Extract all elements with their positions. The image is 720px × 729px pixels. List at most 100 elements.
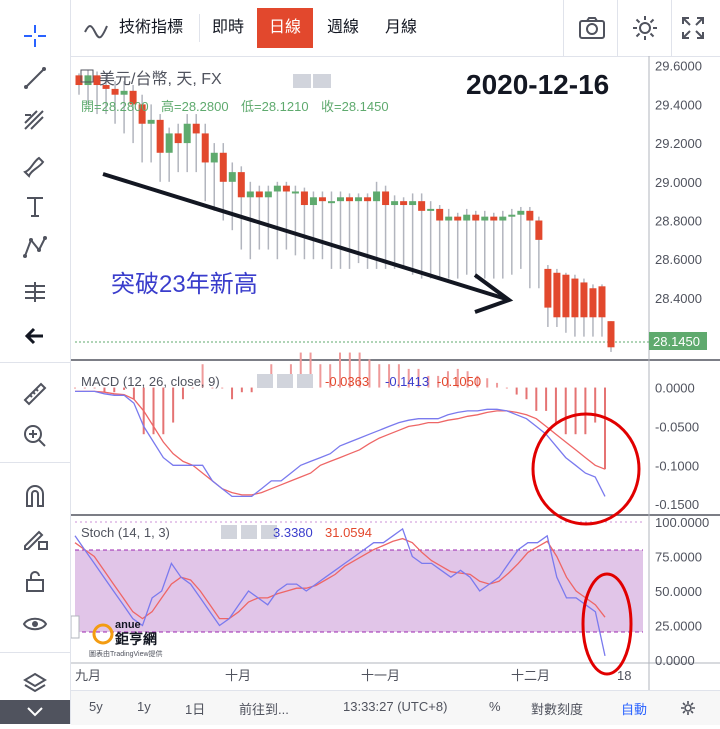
candle-body (201, 133, 209, 163)
candle-body (273, 185, 281, 192)
tab-weekly[interactable]: 週線 (315, 8, 371, 48)
zoom-in-icon[interactable] (15, 420, 55, 452)
macd-histogram-bar (584, 387, 587, 435)
candle-body (373, 191, 381, 202)
chart-area[interactable]: 29.6000 29.4000 29.2000 29.0000 28.8000 28.60… (71, 56, 720, 690)
candle-body (300, 191, 308, 206)
macd-tick-label: -0.1500 (655, 497, 699, 512)
stoch-tick-label: 100.0000 (655, 515, 709, 530)
candle-body (562, 274, 570, 318)
open-value: 開=28.2800 (81, 99, 149, 114)
settings-gear-icon[interactable] (679, 699, 697, 717)
candle-body (237, 172, 245, 198)
eye-toggle-icon[interactable] (293, 74, 311, 88)
candle-body (165, 133, 173, 153)
candle-body (553, 272, 561, 318)
candle-body (120, 90, 128, 95)
candle-body (336, 197, 344, 202)
macd-histogram-bar (378, 364, 381, 388)
candle-body (264, 191, 272, 198)
candle-body (571, 278, 579, 318)
time-label-nov: 十一月 (361, 668, 400, 683)
range-1y[interactable]: 1y (137, 699, 151, 714)
candle-body (544, 268, 552, 308)
macd-histogram-bar (496, 382, 499, 388)
date-stamp: 2020-12-16 (466, 69, 609, 100)
tab-daily[interactable]: 日線 (257, 8, 314, 48)
camera-icon[interactable] (576, 12, 608, 44)
stoch-legend: Stoch (14, 1, 3) 3.3380 31.0594 (81, 525, 372, 540)
stoch-settings-icon[interactable] (241, 525, 257, 539)
percent-toggle[interactable]: % (489, 699, 501, 714)
scroll-left-handle[interactable] (71, 615, 80, 639)
high-value: 高=28.2800 (161, 99, 229, 114)
candle-body (219, 152, 227, 182)
text-icon[interactable] (15, 190, 55, 222)
price-tick-label: 29.6000 (655, 59, 702, 74)
macd-settings-icon[interactable] (277, 374, 293, 388)
candle-body (445, 216, 453, 221)
indicators-button[interactable]: 技術指標 (107, 8, 195, 48)
gear-icon[interactable] (629, 12, 661, 44)
settings-toggle-icon[interactable] (313, 74, 331, 88)
time-axis: 九月 十月 十一月 十二月 18 (75, 668, 631, 683)
macd-close-icon[interactable] (297, 374, 313, 388)
log-scale-toggle[interactable]: 對數刻度 (531, 699, 583, 718)
toolbar-divider (0, 652, 70, 653)
candle-body (174, 133, 182, 144)
pattern-icon[interactable] (15, 232, 55, 264)
crosshair-icon[interactable] (15, 20, 55, 52)
fib-icon[interactable] (15, 105, 55, 137)
ruler-icon[interactable] (15, 378, 55, 410)
chart-svg[interactable]: 29.6000 29.4000 29.2000 29.0000 28.8000 28.60… (71, 56, 720, 690)
last-price-text: 28.1450 (653, 334, 700, 349)
auto-scale-toggle[interactable]: 自動 (621, 699, 647, 718)
time-label-sep: 九月 (75, 668, 101, 683)
collapse-toolbar-button[interactable] (0, 700, 70, 724)
close-value: 收=28.1450 (321, 99, 389, 114)
trendline-icon[interactable] (15, 62, 55, 94)
candle-body (355, 197, 363, 202)
macd-histogram-bar (132, 387, 135, 400)
back-arrow-icon[interactable] (15, 320, 55, 352)
bottom-bar: 5y 1y 1日 前往到... 13:33:27 (UTC+8) % 對數刻度 … (71, 690, 720, 725)
macd-histogram-bar (604, 387, 606, 470)
candle-body (490, 216, 498, 221)
macd-eye-icon[interactable] (257, 374, 273, 388)
candle-body (607, 321, 615, 348)
stoch-tick-label: 75.0000 (655, 550, 702, 565)
stoch-tick-label: 0.0000 (655, 653, 695, 668)
tab-realtime[interactable]: 即時 (200, 8, 256, 48)
macd-histogram-bar (162, 387, 165, 435)
price-tick-label: 28.8000 (655, 214, 702, 229)
candle-body (111, 88, 119, 95)
measure-icon[interactable] (15, 276, 55, 308)
magnet-icon[interactable] (15, 480, 55, 512)
range-5y[interactable]: 5y (89, 699, 103, 714)
fullscreen-icon[interactable] (677, 12, 709, 44)
macd-value-1: -0.0363 (325, 374, 369, 389)
stoch-tick-label: 25.0000 (655, 619, 702, 634)
candle-body (84, 75, 92, 86)
brush-icon[interactable] (15, 148, 55, 180)
macd-histogram-bar (545, 387, 548, 411)
lock-icon[interactable] (15, 565, 55, 597)
candle-body (183, 123, 191, 144)
tab-monthly[interactable]: 月線 (373, 8, 429, 48)
stoch-eye-icon[interactable] (221, 525, 237, 539)
candle-body (409, 201, 417, 206)
layers-icon[interactable] (15, 668, 55, 700)
candle-body (391, 201, 399, 206)
lock-pencil-icon[interactable] (15, 522, 55, 554)
candle-body (400, 201, 408, 206)
goto-button[interactable]: 前往到... (239, 699, 289, 718)
candle-body (418, 201, 426, 211)
candle-body (382, 191, 390, 206)
macd-value-3: -0.1050 (437, 374, 481, 389)
macd-histogram-bar (486, 378, 489, 388)
candle-body (508, 214, 516, 217)
eye-icon[interactable] (15, 608, 55, 640)
candle-body (309, 197, 317, 206)
macd-tick-label: 0.0000 (655, 381, 695, 396)
range-1d[interactable]: 1日 (185, 699, 205, 718)
